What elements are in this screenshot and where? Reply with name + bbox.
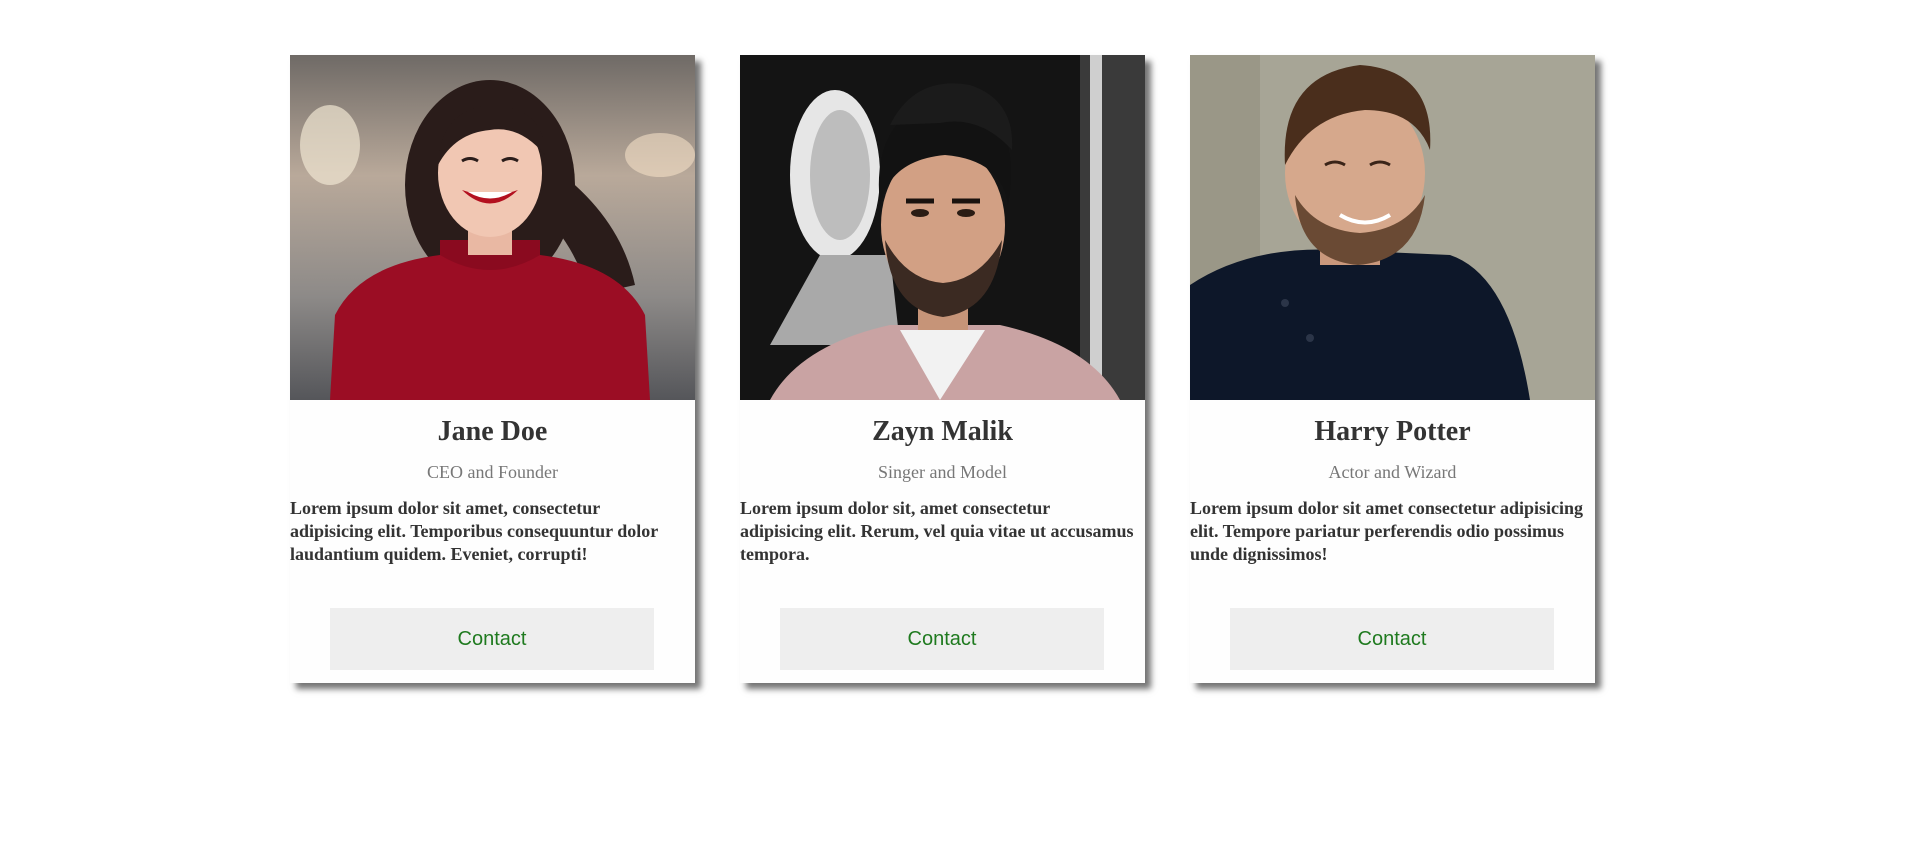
profile-photo [740, 55, 1145, 400]
team-card-jane-doe: Jane Doe CEO and Founder Lorem ipsum dol… [290, 55, 695, 683]
profile-photo [1190, 55, 1595, 400]
jane-doe-photo [290, 55, 695, 400]
harry-potter-photo [1190, 55, 1595, 400]
member-name: Zayn Malik [872, 416, 1013, 447]
member-role: Actor and Wizard [1328, 462, 1457, 482]
member-role: CEO and Founder [427, 462, 558, 482]
member-bio: Lorem ipsum dolor sit amet consectetur a… [1190, 498, 1583, 564]
member-name: Harry Potter [1314, 416, 1471, 447]
profile-photo [290, 55, 695, 400]
contact-button[interactable]: Contact [330, 608, 654, 670]
contact-button[interactable]: Contact [780, 608, 1104, 670]
team-card-harry-potter: Harry Potter Actor and Wizard Lorem ipsu… [1190, 55, 1595, 683]
member-role: Singer and Model [878, 462, 1007, 482]
member-name: Jane Doe [437, 416, 548, 447]
member-bio: Lorem ipsum dolor sit amet, consectetur … [290, 498, 658, 564]
contact-button[interactable]: Contact [1230, 608, 1554, 670]
member-bio: Lorem ipsum dolor sit, amet consectetur … [740, 498, 1134, 564]
team-card-zayn-malik: Zayn Malik Singer and Model Lorem ipsum … [740, 55, 1145, 683]
team-cards: Jane Doe CEO and Founder Lorem ipsum dol… [290, 55, 1595, 683]
zayn-malik-photo [740, 55, 1145, 400]
